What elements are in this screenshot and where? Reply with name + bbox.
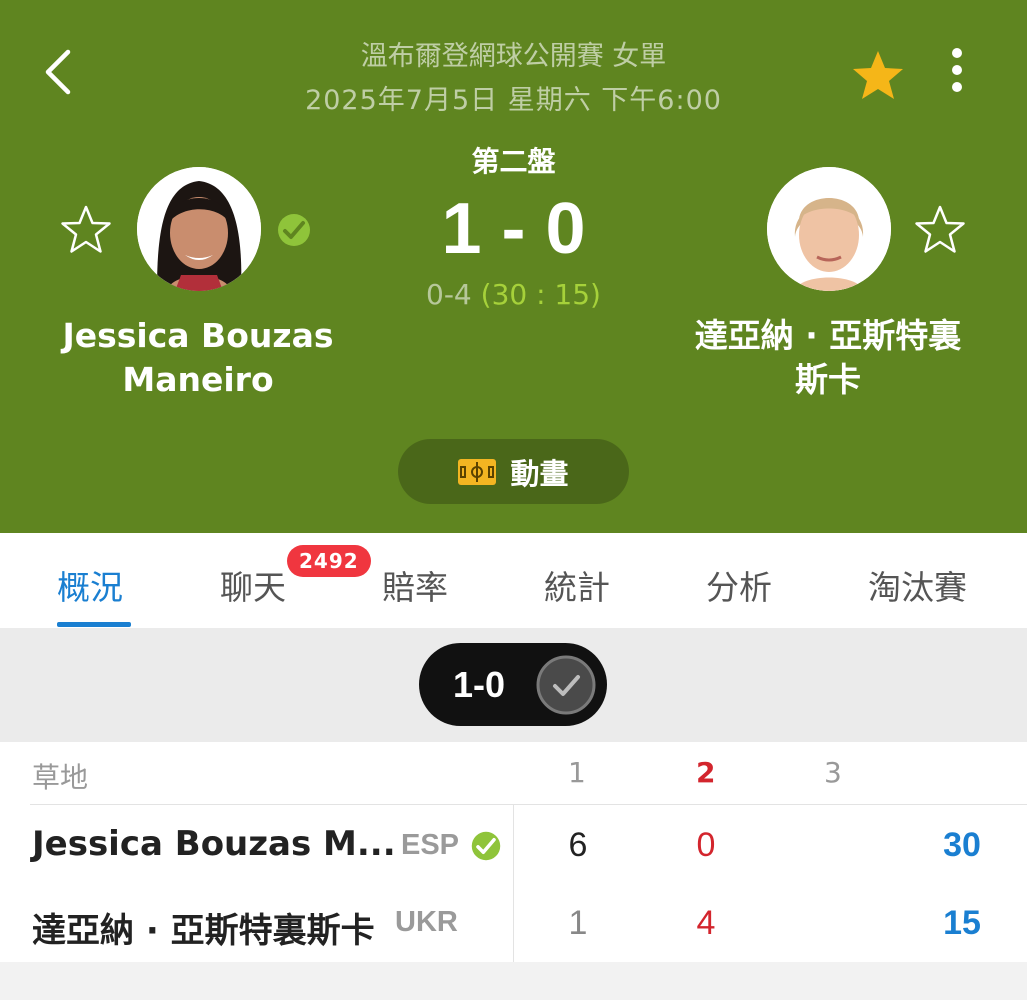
follow-player2-button[interactable] [914,204,966,256]
active-tab-indicator [57,622,131,627]
player1-name[interactable]: Jessica Bouzas Maneiro [33,314,363,402]
games-score: 0-4 (30 : 15) [0,278,1027,311]
surface-label: 草地 [32,761,89,794]
follow-player1-button[interactable] [60,204,112,256]
current-set-label: 第二盤 [471,145,556,178]
set-header-3: 3 [824,756,842,789]
chat-count-badge: 2492 [287,545,371,577]
check-circle-icon [536,655,596,715]
tab-chat[interactable]: 聊天 [220,561,286,609]
more-options-button[interactable] [940,44,974,104]
tab-knockout[interactable]: 淘汰賽 [868,561,967,609]
tab-stats[interactable]: 統計 [544,561,610,609]
set-score-toggle[interactable]: 1-0 [419,643,607,726]
tab-analysis[interactable]: 分析 [706,561,772,609]
star-outline-icon [61,205,111,253]
set-header-1: 1 [568,756,586,789]
tab-odds[interactable]: 賠率 [382,561,448,609]
more-vertical-icon [952,48,962,58]
row2-country: UKR [395,906,458,938]
player1-photo [137,167,261,291]
tab-overview[interactable]: 概況 [57,561,123,609]
row1-points: 30 [943,826,981,864]
games-score-value: 0-4 [426,278,472,311]
serving-ball-icon [470,830,502,862]
player1-name-line2: Maneiro [122,360,274,399]
player2-name-line2: 斯卡 [795,360,861,399]
star-outline-icon [915,205,965,253]
player1-avatar[interactable] [137,167,261,291]
table-divider [30,804,1027,805]
set-score-toggle-label: 1-0 [453,663,506,705]
serving-ball-icon [276,212,312,248]
star-filled-icon [853,51,903,99]
match-header: 溫布爾登網球公開賽 女單 2025年7月5日 星期六 下午6:00 第二盤 1 … [0,0,1027,533]
score-table: 草地 1 2 3 Jessica Bouzas M... ESP 6 0 30 … [0,742,1027,962]
row1-player-name[interactable]: Jessica Bouzas M... [32,824,396,864]
row2-points: 15 [943,904,981,942]
row2-player-name[interactable]: 達亞納 · 亞斯特裏斯卡 [32,903,375,952]
player1-name-line1: Jessica Bouzas [62,316,334,355]
row1-set2: 0 [696,826,716,864]
row2-set2: 4 [696,904,716,942]
points-score-value: (30 : 15) [480,278,601,311]
row1-set1: 6 [568,826,588,864]
player2-photo [767,167,891,291]
set-header-2: 2 [696,756,716,789]
favorite-match-button[interactable] [850,48,906,104]
animation-button[interactable]: 動畫 [398,439,629,504]
page-bottom [0,962,1027,1000]
player2-name[interactable]: 達亞納 · 亞斯特裏 斯卡 [663,314,993,402]
table-column-divider [513,805,514,962]
row2-set1: 1 [568,904,588,942]
set-selector-bar: 1-0 [0,628,1027,742]
tab-bar: 概況 聊天 賠率 統計 分析 淘汰賽 [0,533,1027,628]
row1-country: ESP [401,829,460,861]
animation-button-label: 動畫 [510,456,569,491]
player2-avatar[interactable] [767,167,891,291]
player2-name-line1: 達亞納 · 亞斯特裏 [694,316,962,355]
field-icon [458,458,497,485]
